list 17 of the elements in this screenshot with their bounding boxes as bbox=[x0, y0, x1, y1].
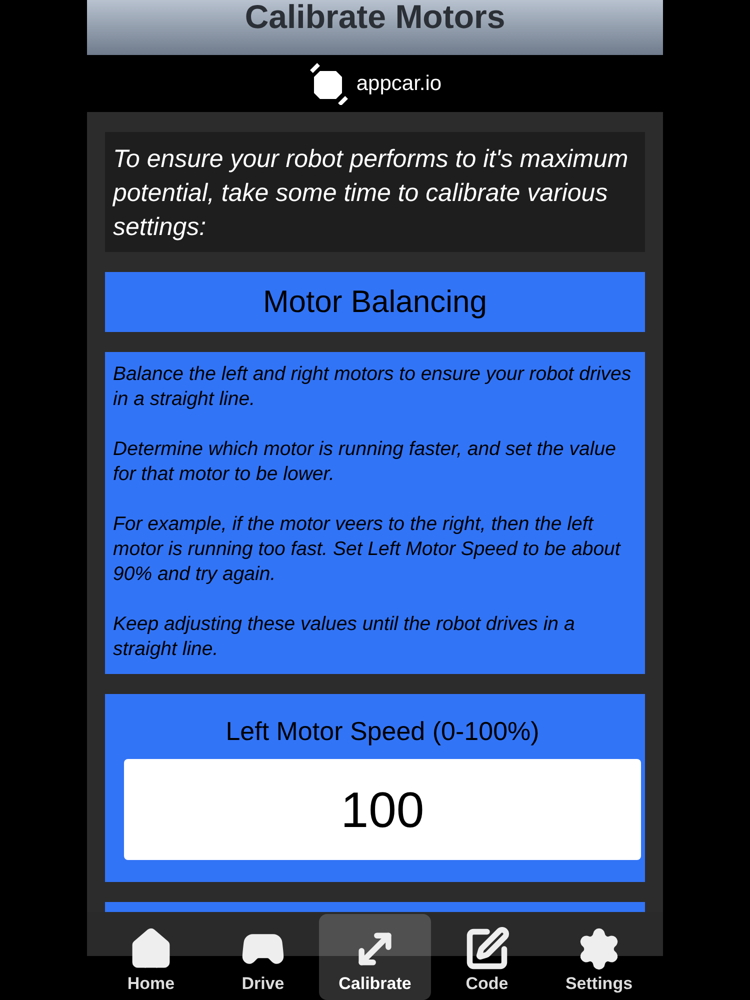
tab[interactable]: Settings bbox=[543, 914, 655, 1000]
tab[interactable]: Drive bbox=[207, 914, 319, 1000]
field-label: Left Motor Speed (0-100%) bbox=[226, 716, 540, 747]
instruction-text: Determine which motor is running faster, and set the value for that motor to be lower. bbox=[113, 437, 617, 487]
speed-input[interactable]: 100 bbox=[124, 759, 641, 860]
instruction-text: Keep adjusting these values until the robot drives in a straight line. bbox=[113, 612, 576, 662]
instruction-text: For example, if the motor veers to the right, then the left motor is running too fast. Set Left Motor Speed to be about 90% and try again. bbox=[113, 512, 622, 587]
logo-icon bbox=[308, 62, 350, 104]
tab[interactable]: Calibrate bbox=[319, 914, 431, 1000]
page-title: Calibrate Motors bbox=[244, 0, 506, 33]
section-heading: Motor Balancing bbox=[105, 272, 645, 332]
tab[interactable]: Code bbox=[431, 914, 543, 1000]
brand-name: appcar.io bbox=[356, 72, 442, 96]
tab[interactable]: Home bbox=[95, 914, 207, 1000]
intro-text: To ensure your robot performs to it's maximum potential, take some time to calibrate various settings: bbox=[105, 132, 645, 252]
instruction-text: Balance the left and right motors to ensure your robot drives in a straight line. bbox=[113, 362, 632, 412]
pen-icon bbox=[464, 926, 510, 972]
